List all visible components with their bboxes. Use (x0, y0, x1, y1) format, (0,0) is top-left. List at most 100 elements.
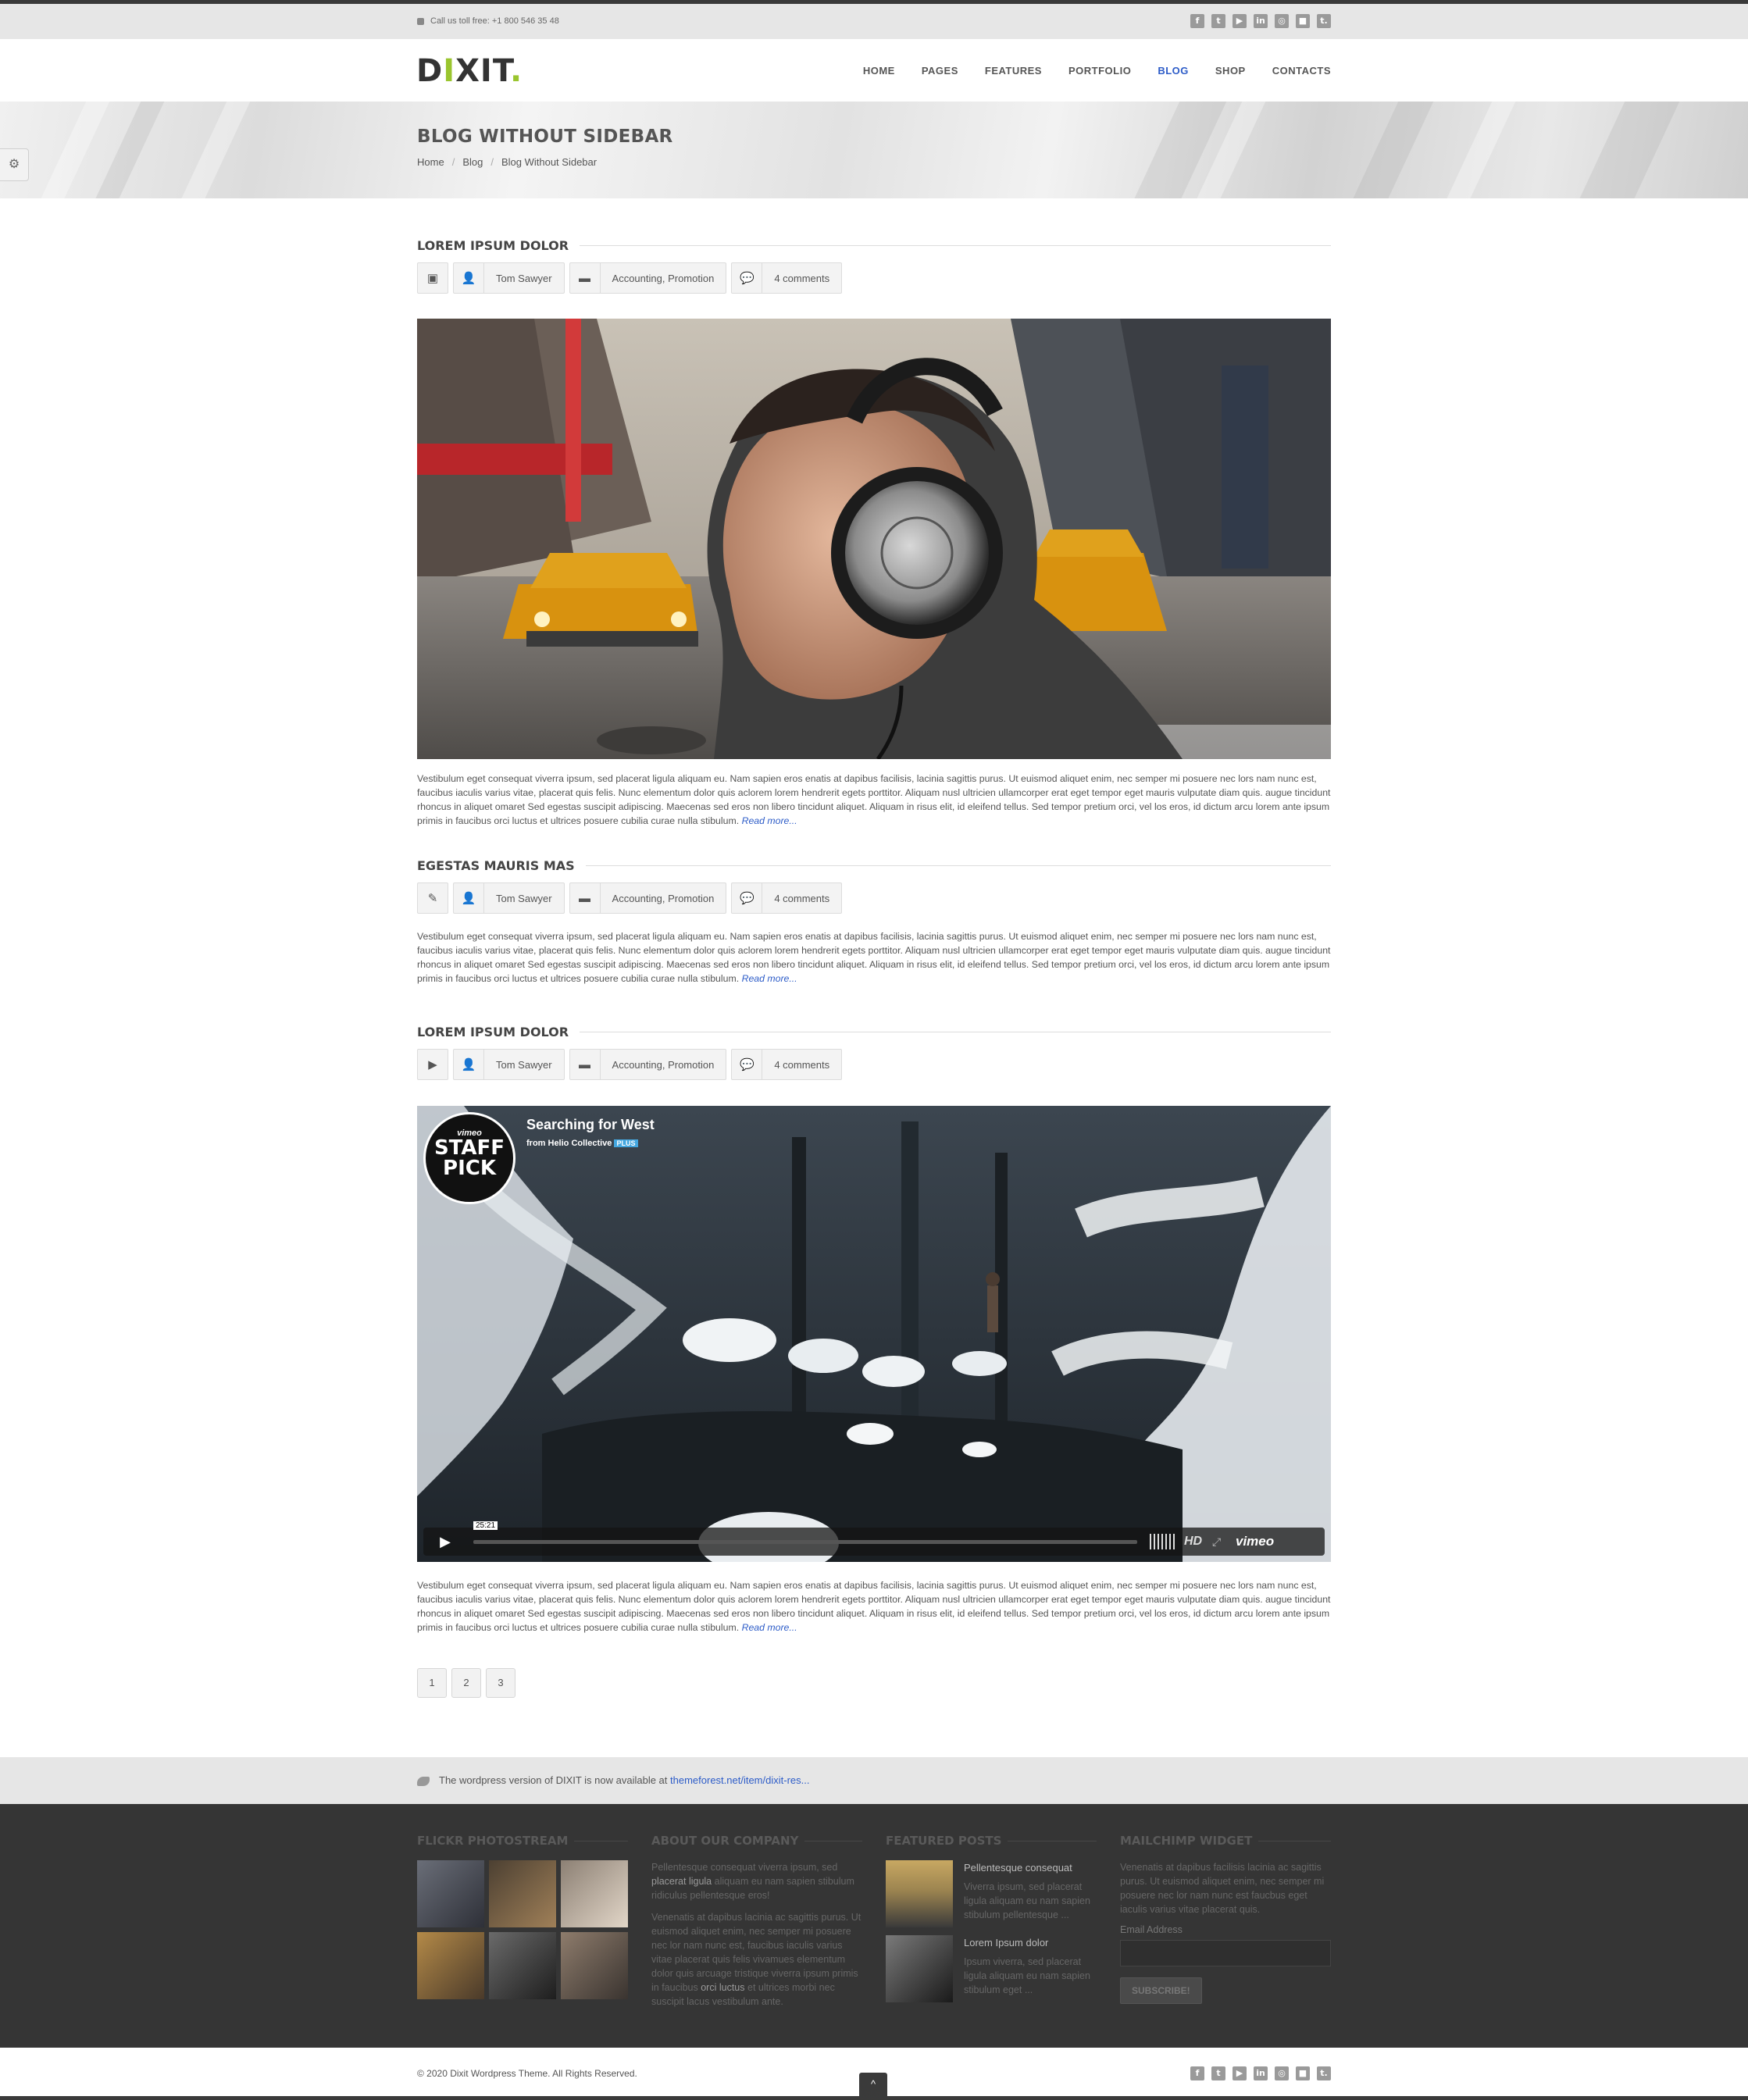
post-meta: ✎ 👤 Tom Sawyer ▬ Accounting, Promotion 💬 4 … (417, 882, 1331, 914)
bottom-dark-line (0, 2096, 1748, 2100)
page-title: BLOG WITHOUT SIDEBAR (417, 127, 673, 147)
snowy-forest-video-frame (417, 1106, 1331, 1562)
banner-decoration (1343, 102, 1441, 198)
nav-home[interactable]: HOME (863, 65, 895, 77)
breadcrumb-separator: / (451, 156, 455, 168)
read-more-link[interactable]: Read more... (742, 1622, 797, 1633)
post-meta: ▣ 👤 Tom Sawyer ▬ Accounting, Promotion 💬 4 … (417, 262, 1331, 294)
linkedin-icon[interactable]: in (1254, 14, 1268, 28)
youtube-icon[interactable]: ▶ (1233, 14, 1247, 28)
flickr-thumb[interactable] (561, 1860, 628, 1927)
breadcrumb-current: Blog Without Sidebar (501, 156, 598, 168)
nav-blog[interactable]: BLOG (1158, 65, 1189, 77)
featured-post-title[interactable]: Pellentesque consequat (964, 1862, 1097, 1874)
post-format-badge: ✎ (417, 882, 448, 914)
post-categories[interactable]: ▬ Accounting, Promotion (569, 882, 727, 914)
post-comments[interactable]: 💬 4 comments (731, 1049, 843, 1080)
heading-divider (1258, 1840, 1331, 1842)
email-label: Email Address (1120, 1924, 1183, 1935)
post-author[interactable]: 👤 Tom Sawyer (453, 1049, 565, 1080)
post-categories[interactable]: ▬ Accounting, Promotion (569, 262, 727, 294)
about-paragraph: Pellentesque consequat viverra ipsum, se… (651, 1862, 854, 1901)
banner-decoration (172, 102, 258, 198)
featured-post[interactable]: Lorem Ipsum dolor Ipsum viverra, sed plac… (886, 1935, 1097, 2002)
twitter-icon[interactable]: t (1211, 2066, 1225, 2080)
facebook-icon[interactable]: f (1190, 2066, 1204, 2080)
flickr-thumb[interactable] (417, 1932, 484, 1999)
post-title[interactable]: EGESTAS MAURIS MAS (417, 858, 575, 873)
video-progress-bar[interactable] (473, 1540, 1137, 1544)
user-icon: 👤 (454, 883, 484, 913)
fullscreen-icon[interactable]: ⤢ (1212, 1528, 1221, 1556)
post-categories[interactable]: ▬ Accounting, Promotion (569, 1049, 727, 1080)
footer-featured-posts: FEATURED POSTS Pellentesque consequat Viv… (886, 1834, 1097, 2010)
embedded-video-player[interactable]: vimeo STAFF PICK Searching for West from… (417, 1106, 1331, 1562)
twitter-bird-icon (417, 1776, 430, 1786)
video-title[interactable]: Searching for West (526, 1117, 655, 1133)
nav-portfolio[interactable]: PORTFOLIO (1068, 65, 1131, 77)
video-play-button[interactable]: ▶ (423, 1528, 467, 1556)
post-title[interactable]: LOREM IPSUM DOLOR (417, 238, 569, 253)
banner-decoration (1437, 102, 1523, 198)
banner-decoration (1570, 102, 1687, 198)
nav-features[interactable]: FEATURES (985, 65, 1042, 77)
featured-post-title[interactable]: Lorem Ipsum dolor (964, 1937, 1097, 1948)
flickr-thumb[interactable] (489, 1932, 556, 1999)
image-icon: ▣ (426, 272, 439, 285)
footer-mailchimp: MAILCHIMP WIDGET Venenatis at dapibus fa… (1120, 1834, 1331, 2004)
pencil-icon: ✎ (427, 892, 438, 905)
phone-text: Call us toll free: +1 800 546 35 48 (430, 16, 559, 26)
facebook-icon[interactable]: f (1190, 14, 1204, 28)
site-header: DIXIT. HOME PAGES FEATURES PORTFOLIO BLO… (0, 39, 1748, 102)
video-controls: ▶ 25:21 HD ⤢ vimeo (423, 1521, 1325, 1556)
subscribe-button[interactable]: SUBSCRIBE! (1120, 1977, 1202, 2004)
vimeo-logo[interactable]: vimeo (1236, 1528, 1274, 1556)
folder-icon: ▬ (570, 263, 601, 293)
email-field[interactable] (1120, 1940, 1331, 1966)
twitter-icon[interactable]: t (1211, 14, 1225, 28)
staff-pick-badge[interactable]: vimeo STAFF PICK (423, 1112, 515, 1204)
page-1-button[interactable]: 1 (417, 1668, 447, 1698)
chevron-up-icon: ^ (870, 2078, 876, 2090)
nav-shop[interactable]: SHOP (1215, 65, 1246, 77)
post-author[interactable]: 👤 Tom Sawyer (453, 882, 565, 914)
dribbble-icon[interactable]: ◎ (1275, 2066, 1289, 2080)
hd-toggle[interactable]: HD (1184, 1528, 1202, 1556)
title-divider (585, 865, 1331, 866)
dribbble-icon[interactable]: ◎ (1275, 14, 1289, 28)
folder-icon: ▬ (570, 1050, 601, 1079)
nav-pages[interactable]: PAGES (922, 65, 958, 77)
tumblr-icon[interactable]: t. (1317, 14, 1331, 28)
featured-post[interactable]: Pellentesque consequat Viverra ipsum, sed… (886, 1860, 1097, 1927)
featured-thumb (886, 1935, 953, 2002)
post-comments[interactable]: 💬 4 comments (731, 262, 843, 294)
read-more-link[interactable]: Read more... (742, 973, 797, 984)
post-excerpt-block: Vestibulum eget consequat viverra ipsum,… (417, 772, 1331, 828)
delicious-icon[interactable]: ■ (1296, 14, 1310, 28)
flickr-thumb[interactable] (417, 1860, 484, 1927)
post-featured-image[interactable] (417, 319, 1331, 759)
site-logo[interactable]: DIXIT. (416, 53, 523, 89)
youtube-icon[interactable]: ▶ (1233, 2066, 1247, 2080)
featured-post-body: Ipsum viverra, sed placerat ligula aliqu… (964, 1956, 1090, 1995)
top-info-bar: Call us toll free: +1 800 546 35 48 f t … (0, 4, 1748, 40)
volume-icon[interactable] (1150, 1534, 1176, 1549)
back-to-top-button[interactable]: ^ (859, 2073, 887, 2096)
linkedin-icon[interactable]: in (1254, 2066, 1268, 2080)
breadcrumb-blog[interactable]: Blog (462, 156, 483, 168)
post-author[interactable]: 👤 Tom Sawyer (453, 262, 565, 294)
tumblr-icon[interactable]: t. (1317, 2066, 1331, 2080)
flickr-thumb[interactable] (489, 1860, 556, 1927)
delicious-icon[interactable]: ■ (1296, 2066, 1310, 2080)
breadcrumb-home[interactable]: Home (417, 156, 444, 168)
page-3-button[interactable]: 3 (486, 1668, 515, 1698)
nav-contacts[interactable]: CONTACTS (1272, 65, 1331, 77)
notice-link[interactable]: themeforest.net/item/dixit-res... (670, 1774, 809, 1786)
flickr-thumb[interactable] (561, 1932, 628, 1999)
style-switcher-toggle[interactable]: ⚙ (0, 148, 29, 181)
post-title[interactable]: LOREM IPSUM DOLOR (417, 1025, 569, 1039)
footer-flickr: FLICKR PHOTOSTREAM (417, 1834, 628, 1999)
read-more-link[interactable]: Read more... (742, 815, 797, 826)
page-2-button[interactable]: 2 (451, 1668, 481, 1698)
post-comments[interactable]: 💬 4 comments (731, 882, 843, 914)
